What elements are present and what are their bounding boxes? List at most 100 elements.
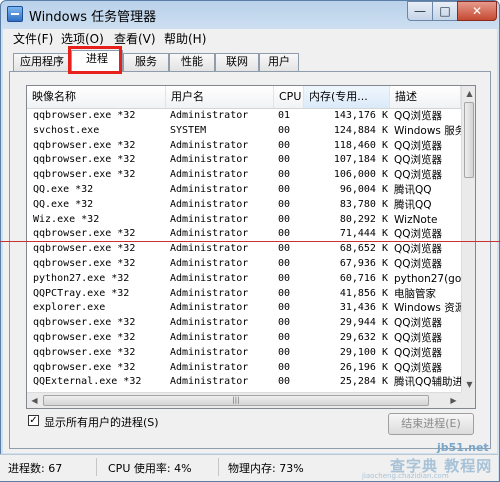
- cell-description: QQ浏览器: [394, 228, 443, 241]
- table-row[interactable]: QQPCTray.exe *32 Administrator 00 41,856 K 电…: [27, 287, 461, 302]
- table-row[interactable]: qqbrowser.exe *32 Administrator 00 67,936 K…: [27, 257, 461, 272]
- cell-description: python27(goa: [394, 272, 462, 285]
- cell-memory: 143,176 K: [333, 110, 388, 121]
- table-row[interactable]: qqbrowser.exe *32 Administrator 00 106,000 …: [27, 168, 461, 183]
- watermark-site: jb51.net: [437, 441, 489, 454]
- table-row[interactable]: qqbrowser.exe *32 Administrator 00 118,460 …: [27, 139, 461, 154]
- cell-user-name: Administrator: [170, 183, 249, 195]
- column-memory[interactable]: 内存(专用...: [304, 86, 390, 108]
- title-bar[interactable]: Windows 任务管理器 — □ ✕: [1, 1, 499, 29]
- cell-user-name: Administrator: [170, 361, 249, 373]
- menu-options[interactable]: 选项(O): [61, 30, 104, 47]
- cell-cpu: 00: [278, 198, 291, 210]
- table-row[interactable]: qqbrowser.exe *32 Administrator 00 68,652 K…: [27, 242, 461, 257]
- cell-image-name: qqbrowser.exe *32: [33, 154, 136, 166]
- table-row[interactable]: qqbrowser.exe *32 Administrator 00 107,184 …: [27, 153, 461, 168]
- menu-help[interactable]: 帮助(H): [164, 30, 206, 47]
- cell-user-name: Administrator: [170, 139, 249, 151]
- cell-description: QQ浏览器: [394, 243, 443, 256]
- close-button[interactable]: ✕: [457, 1, 497, 21]
- menu-view[interactable]: 查看(V): [114, 30, 156, 47]
- cell-image-name: qqbrowser.exe *32: [33, 139, 136, 151]
- cell-user-name: Administrator: [170, 213, 249, 225]
- table-row[interactable]: QQ.exe *32 Administrator 00 83,780 K 腾讯QQ: [27, 198, 461, 213]
- table-row[interactable]: QQ.exe *32 Administrator 00 96,004 K 腾讯QQ: [27, 183, 461, 198]
- cell-memory: 41,856 K: [339, 287, 388, 299]
- tab-applications[interactable]: 应用程序: [13, 53, 71, 71]
- cell-image-name: qqbrowser.exe *32: [33, 228, 136, 240]
- column-image-name[interactable]: 映像名称: [27, 86, 166, 108]
- cell-image-name: QQExternal.exe *32: [33, 376, 142, 388]
- cell-memory: 118,460 K: [333, 139, 388, 151]
- maximize-button[interactable]: □: [432, 1, 458, 21]
- tab-users[interactable]: 用户: [259, 53, 299, 71]
- table-row[interactable]: qqbrowser.exe *32 Administrator 00 29,100 K…: [27, 346, 461, 361]
- cell-cpu: 00: [278, 302, 291, 314]
- cell-cpu: 00: [278, 139, 291, 151]
- cell-image-name: qqbrowser.exe *32: [33, 169, 136, 181]
- tab-performance[interactable]: 性能: [169, 53, 215, 71]
- vertical-scroll-thumb[interactable]: [464, 102, 474, 178]
- status-physical-memory: 物理内存: 73%: [228, 462, 304, 475]
- cell-description: QQ浏览器: [394, 331, 443, 344]
- cell-cpu: 00: [278, 317, 291, 329]
- table-row[interactable]: qqbrowser.exe *32 Administrator 00 29,632 K…: [27, 331, 461, 346]
- horizontal-scrollbar[interactable]: ◀ ||| ▶: [27, 392, 461, 408]
- cell-image-name: qqbrowser.exe *32: [33, 257, 136, 269]
- column-user-name[interactable]: 用户名: [166, 86, 274, 108]
- menu-file[interactable]: 文件(F): [13, 30, 53, 47]
- table-row[interactable]: explorer.exe Administrator 00 31,436 K Windo…: [27, 301, 462, 316]
- cell-image-name: QQ.exe *32: [33, 198, 94, 210]
- list-header: 映像名称 用户名 CPU 内存(专用... 描述: [27, 86, 461, 109]
- column-description[interactable]: 描述: [390, 86, 461, 108]
- cell-memory: 80,292 K: [339, 213, 388, 225]
- table-row[interactable]: Wiz.exe *32 Administrator 00 80,292 K WizNot…: [27, 213, 461, 228]
- status-divider: [96, 458, 97, 476]
- cell-description: 腾讯QQ: [394, 198, 432, 211]
- cell-user-name: Administrator: [170, 257, 249, 269]
- column-cpu[interactable]: CPU: [274, 86, 304, 108]
- show-all-users-label[interactable]: 显示所有用户的进程(S): [44, 414, 159, 430]
- table-row[interactable]: qqbrowser.exe *32 Administrator 01 143,176 …: [27, 109, 461, 124]
- window-title: Windows 任务管理器: [29, 10, 157, 25]
- table-row[interactable]: qqbrowser.exe *32 Administrator 00 71,444 K…: [27, 227, 461, 242]
- cell-image-name: qqbrowser.exe *32: [33, 331, 136, 343]
- cell-image-name: explorer.exe: [33, 302, 106, 314]
- cell-user-name: Administrator: [170, 346, 249, 358]
- cell-description: QQ浏览器: [394, 361, 443, 374]
- cell-cpu: 00: [278, 243, 291, 255]
- table-row[interactable]: qqbrowser.exe *32 Administrator 00 29,944 K…: [27, 316, 461, 331]
- scroll-left-icon[interactable]: ◀: [27, 393, 42, 408]
- show-all-users-checkbox[interactable]: ✓: [28, 415, 39, 426]
- cell-cpu: 00: [278, 257, 291, 269]
- cell-image-name: qqbrowser.exe *32: [33, 110, 136, 121]
- vertical-scrollbar[interactable]: ▲ ▼: [461, 86, 475, 392]
- scroll-up-icon[interactable]: ▲: [462, 86, 475, 101]
- table-row[interactable]: QQExternal.exe *32 Administrator 00 25,284 …: [27, 375, 462, 390]
- process-list: 映像名称 用户名 CPU 内存(专用... 描述 qqbrowser.exe *…: [26, 85, 476, 409]
- table-row[interactable]: python27.exe *32 Administrator 00 60,716 K p…: [27, 272, 462, 287]
- cell-image-name: qqbrowser.exe *32: [33, 361, 136, 373]
- tab-highlight-annotation: [68, 46, 122, 74]
- scroll-down-icon[interactable]: ▼: [462, 377, 475, 392]
- cell-user-name: Administrator: [170, 198, 249, 210]
- scroll-right-icon[interactable]: ▶: [446, 393, 461, 408]
- minimize-button[interactable]: —: [407, 1, 433, 21]
- tab-networking[interactable]: 联网: [215, 53, 259, 71]
- table-row[interactable]: qqbrowser.exe *32 Administrator 00 26,196 K…: [27, 361, 461, 376]
- watermark-url: jiaocheng.chazidian.com: [362, 472, 449, 480]
- cell-memory: 60,716 K: [339, 272, 388, 284]
- horizontal-scroll-thumb[interactable]: |||: [43, 395, 429, 406]
- cell-user-name: Administrator: [170, 287, 249, 299]
- cell-user-name: Administrator: [170, 169, 249, 181]
- cell-memory: 96,004 K: [339, 183, 388, 195]
- tab-services[interactable]: 服务: [123, 53, 169, 71]
- cell-memory: 31,436 K: [339, 302, 388, 314]
- cell-description: Windows 资源: [394, 302, 462, 315]
- table-row[interactable]: svchost.exe SYSTEM 00 124,884 K Windows 服务: [27, 124, 462, 139]
- end-process-button[interactable]: 结束进程(E): [388, 413, 474, 435]
- cell-user-name: Administrator: [170, 302, 249, 314]
- cell-memory: 107,184 K: [333, 154, 388, 166]
- cell-description: 腾讯QQ辅助进: [394, 376, 462, 389]
- cell-memory: 25,284 K: [339, 376, 388, 388]
